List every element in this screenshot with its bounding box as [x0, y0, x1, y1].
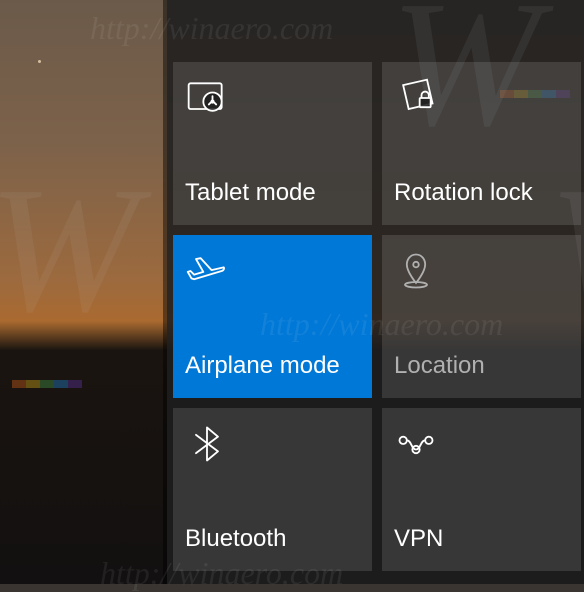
tile-label: Bluetooth	[185, 525, 360, 553]
quick-action-tiles: Tablet mode Rotation lock Airplane mode	[173, 62, 584, 584]
tile-label: Location	[394, 352, 569, 380]
tile-airplane-mode[interactable]: Airplane mode	[173, 235, 372, 398]
decorative-dot	[38, 60, 41, 63]
tile-label: Airplane mode	[185, 352, 360, 380]
vpn-icon	[394, 422, 438, 466]
tile-bluetooth[interactable]: Bluetooth	[173, 408, 372, 571]
location-icon	[394, 249, 438, 293]
tile-location[interactable]: Location	[382, 235, 581, 398]
tablet-mode-icon	[185, 76, 229, 120]
tile-tablet-mode[interactable]: Tablet mode	[173, 62, 372, 225]
tile-label: VPN	[394, 525, 569, 553]
tile-vpn[interactable]: VPN	[382, 408, 581, 571]
tile-label: Rotation lock	[394, 179, 569, 207]
watermark-stripes	[12, 380, 82, 388]
airplane-icon	[185, 249, 229, 293]
rotation-lock-icon	[394, 76, 438, 120]
tile-label: Tablet mode	[185, 179, 360, 207]
bluetooth-icon	[185, 422, 229, 466]
tile-rotation-lock[interactable]: Rotation lock	[382, 62, 581, 225]
